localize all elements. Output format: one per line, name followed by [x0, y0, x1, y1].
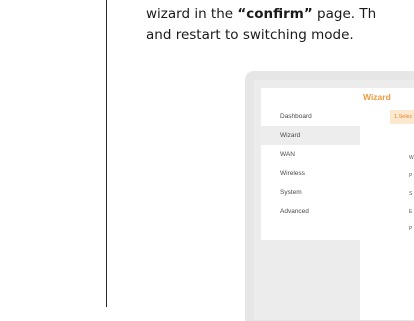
sidebar-item-dashboard[interactable]: Dashboard	[261, 107, 360, 126]
sidebar-item-label: WAN	[280, 151, 295, 158]
sidebar-item-label: System	[280, 189, 302, 196]
field-label-3: S	[409, 191, 413, 197]
field-label-2: P	[409, 173, 413, 179]
sidebar-item-label: Advanced	[280, 208, 309, 215]
sidebar-item-label: Wireless	[280, 170, 305, 177]
instruction-line-2: and restart to switching mode.	[146, 27, 354, 43]
vertical-divider-line	[106, 0, 107, 307]
field-label-4: E	[409, 209, 413, 215]
confirm-keyword: confirm	[246, 6, 304, 22]
instruction-line-1-suffix: page. Th	[312, 6, 377, 22]
close-quote: ”	[303, 6, 313, 22]
sidebar-item-wireless[interactable]: Wireless	[261, 164, 360, 183]
field-label-5: P	[409, 226, 413, 232]
tab-step-1-select[interactable]: 1.Selec	[390, 110, 414, 124]
instruction-text: wizard in the “confirm” page. Th and res…	[146, 4, 414, 46]
field-label-1: W	[409, 155, 414, 161]
sidebar-item-label: Wizard	[280, 132, 301, 139]
sidebar-item-label: Dashboard	[280, 113, 312, 120]
instruction-line-1: wizard in the “confirm” page. Th	[146, 4, 414, 25]
wizard-title: Wizard	[363, 92, 391, 102]
instruction-line-1-prefix: wizard in the	[146, 6, 238, 22]
open-quote: “	[237, 6, 247, 22]
sidebar-item-advanced[interactable]: Advanced	[261, 202, 360, 221]
sidebar-menu: Dashboard Wizard WAN Wireless System Adv…	[261, 88, 360, 240]
sidebar-item-system[interactable]: System	[261, 183, 360, 202]
sidebar-item-wizard[interactable]: Wizard	[261, 126, 360, 145]
sidebar-item-wan[interactable]: WAN	[261, 145, 360, 164]
